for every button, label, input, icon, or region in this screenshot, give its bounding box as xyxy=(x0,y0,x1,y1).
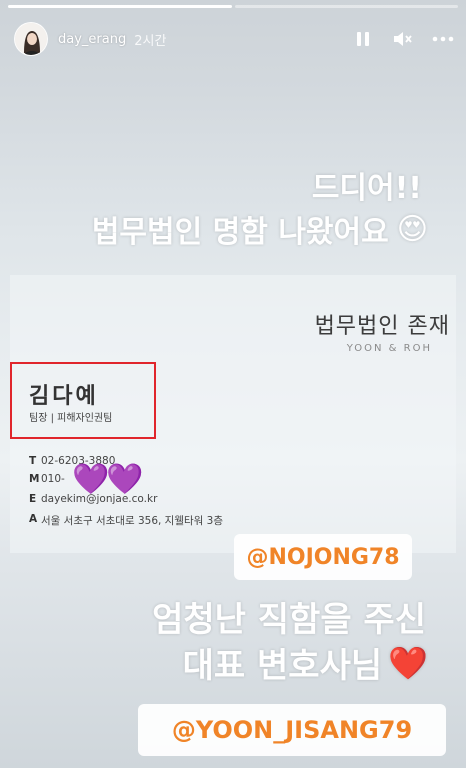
purple-heart-sticker: 💜 xyxy=(106,462,144,497)
story-progress xyxy=(8,5,458,8)
more-icon[interactable] xyxy=(432,28,454,50)
mention-tag[interactable]: @NOJONG78 xyxy=(234,534,412,580)
progress-segment xyxy=(8,5,232,8)
person-title: 팀장 | 피해자인권팀 xyxy=(29,413,113,424)
pause-icon[interactable] xyxy=(352,28,374,50)
caption-line-4: 대표 변호사님 ❤️ xyxy=(182,643,428,687)
purple-heart-sticker: 💜 xyxy=(72,462,110,497)
person-name: 김다예 xyxy=(29,384,99,409)
contact-mobile: M 010- xyxy=(29,473,65,485)
contact-address: A 서울 서초구 서초대로 356, 지웰타워 3층 xyxy=(29,513,223,527)
story-header: day_erang 2시간 xyxy=(14,22,454,56)
username[interactable]: day_erang xyxy=(58,32,126,47)
mute-icon[interactable] xyxy=(392,28,414,50)
firm-name: 법무법인 존재 xyxy=(314,314,450,339)
business-card: 법무법인 존재 YOON & ROH 김다예 팀장 | 피해자인권팀 T 02-6… xyxy=(10,275,456,553)
heart-eyes-emoji: 😍 xyxy=(396,211,428,247)
firm-subtitle: YOON & ROH xyxy=(346,343,432,354)
story-viewer: day_erang 2시간 드디어!! 법무법인 명함 나왔어요 😍 법무법인 … xyxy=(0,0,466,768)
caption-line-2: 법무법인 명함 나왔어요 😍 xyxy=(91,211,428,251)
mention-tag[interactable]: @YOON_JISANG79 xyxy=(138,704,446,756)
red-heart-emoji: ❤️ xyxy=(388,643,428,682)
timestamp: 2시간 xyxy=(134,33,167,49)
progress-segment xyxy=(234,5,458,8)
avatar[interactable] xyxy=(14,22,48,56)
caption-line-1: 드디어!! xyxy=(311,171,422,206)
caption-line-3: 엄청난 직함을 주신 xyxy=(152,600,426,640)
